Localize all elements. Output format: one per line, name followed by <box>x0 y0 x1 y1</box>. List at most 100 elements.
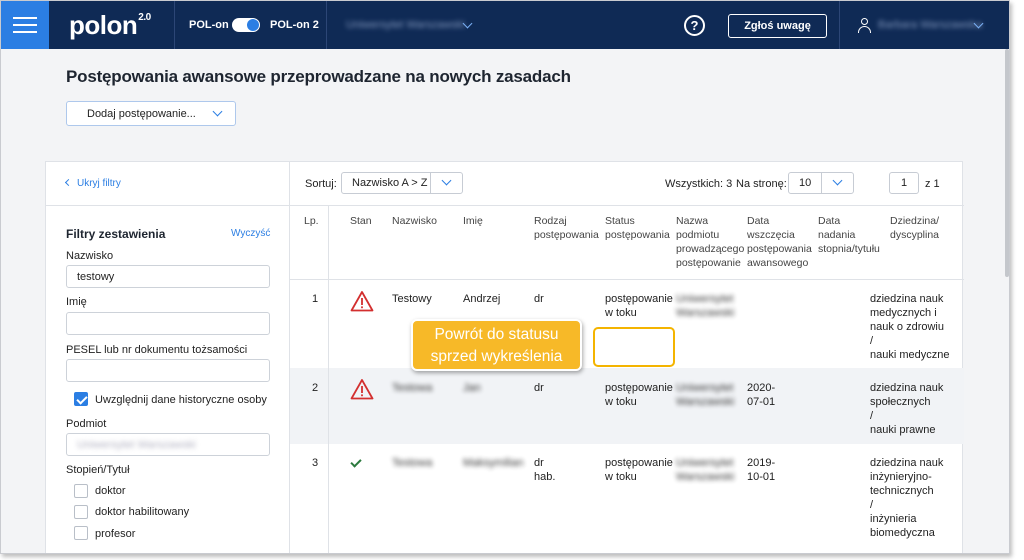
header-line: podmiotu <box>676 229 720 241</box>
header-line: postępowania <box>747 243 812 255</box>
hide-filters-link[interactable]: Ukryj filtry <box>64 178 121 189</box>
header-line: awansowego <box>747 257 809 269</box>
discipline-line: / <box>870 499 874 511</box>
entity-line: Uniwersytet <box>676 293 734 305</box>
date-line: 2020- <box>747 382 776 394</box>
discipline-line: / <box>870 410 874 422</box>
historic-label: Uwzględnij dane historyczne osoby <box>95 394 267 406</box>
per-page-dropdown[interactable]: 10 <box>788 172 854 194</box>
chevron-down-icon <box>832 175 843 186</box>
logo-text: polon <box>69 10 138 40</box>
annotation-callout: Powrót do statusu sprzed wykreślenia <box>411 319 582 371</box>
warning-icon <box>350 291 374 312</box>
degree-label: Stopień/Tytuł <box>66 464 130 476</box>
report-button[interactable]: Zgłoś uwagę <box>728 14 827 38</box>
header-stan: Stan <box>350 215 372 227</box>
entity-line: Warszawski <box>676 471 735 483</box>
status-line: postępowanie <box>605 382 673 394</box>
app-window: polon2.0 POL-on POL-on 2 Uniwersytet War… <box>0 0 1010 554</box>
callout-line: Powrót do statusu <box>434 326 559 343</box>
discipline-line: społecznych <box>870 396 931 408</box>
results-toolbar: Sortuj: Nazwisko A > Z Wszystkich: 3 Na … <box>290 162 964 206</box>
chevron-left-icon <box>64 178 73 187</box>
row-status: postępowanie w toku <box>605 456 673 484</box>
header-imie: Imię <box>463 215 483 227</box>
entity-line: Uniwersytet <box>676 382 734 394</box>
row-surname: Testowa <box>392 382 433 394</box>
results-table: Lp. Stan Nazwisko Imię Rodzaj postępowani… <box>290 206 964 553</box>
chevron-down-icon <box>441 175 452 186</box>
row-entity: Uniwersytet Warszawski <box>676 292 734 320</box>
header-lp: Lp. <box>304 215 319 227</box>
date-line: 10-01 <box>747 471 776 483</box>
add-procedure-dropdown[interactable]: Dodaj postępowanie... <box>66 101 236 126</box>
firstname-label: Imię <box>66 296 87 308</box>
discipline-line: biomedyczna <box>870 527 935 539</box>
header-line: postępowania <box>534 229 599 241</box>
status-line: w toku <box>605 396 637 408</box>
page-input[interactable]: 1 <box>889 172 919 194</box>
degree-checkbox-doktor[interactable] <box>74 484 88 498</box>
menu-icon[interactable] <box>1 1 49 49</box>
entity-label: Podmiot <box>66 418 107 430</box>
header-line: Status <box>605 215 635 227</box>
filters-title: Filtry zestawienia <box>66 227 166 241</box>
degree-option-label: doktor <box>95 485 126 497</box>
row-surname: Testowy <box>392 293 432 305</box>
sort-dropdown[interactable]: Nazwisko A > Z <box>341 172 463 194</box>
firstname-input[interactable] <box>66 312 270 335</box>
date-line: 07-01 <box>747 396 776 408</box>
row-firstname: Andrzej <box>463 293 501 305</box>
divider <box>839 1 840 49</box>
row-start-date: 2019- 10-01 <box>747 456 775 484</box>
row-status: postępowanie w toku <box>605 292 673 320</box>
scrollbar[interactable] <box>1005 49 1009 277</box>
sort-label: Sortuj: <box>305 178 337 190</box>
logo-version: 2.0 <box>138 12 151 24</box>
entity-line: Warszawski <box>676 307 735 319</box>
warning-icon <box>350 379 374 400</box>
institution-selector[interactable]: Uniwersytet Warszawski <box>346 19 465 31</box>
page-total: z 1 <box>925 178 940 190</box>
header-line: Rodzaj <box>534 215 567 227</box>
row-firstname: Jan <box>463 382 481 394</box>
page-title: Postępowania awansowe przeprowadzane na … <box>66 67 571 86</box>
version-toggle[interactable] <box>232 18 260 32</box>
header-line: wszczęcia <box>747 229 795 241</box>
type-line: dr <box>534 457 544 469</box>
header-line: dyscyplina <box>890 229 940 241</box>
degree-checkbox-profesor[interactable] <box>74 526 88 540</box>
degree-checkbox-habilitowany[interactable] <box>74 505 88 519</box>
user-name[interactable]: Barbara Warszawska <box>878 19 982 31</box>
degree-option-label: profesor <box>95 528 136 540</box>
entity-input[interactable]: Uniwersytet Warszawski <box>66 433 270 456</box>
header-line: Data <box>747 215 770 227</box>
discipline-line: nauki prawne <box>870 424 936 436</box>
historic-checkbox[interactable] <box>74 392 88 406</box>
header-line: Dziedzina/ <box>890 215 940 227</box>
degree-option-label: doktor habilitowany <box>95 506 190 518</box>
clear-filters-link[interactable]: Wyczyść <box>231 228 270 239</box>
polon-logo[interactable]: polon2.0 <box>69 10 151 41</box>
header-line: Data <box>818 215 841 227</box>
callout-line: sprzed wykreślenia <box>430 348 563 365</box>
row-discipline: dziedzina nauk inżynieryjno-technicznych /… <box>870 456 964 540</box>
header-data-wszczecia: Data wszczęcia postępowania awansowego <box>747 214 812 270</box>
header-nazwisko: Nazwisko <box>392 215 437 227</box>
row-lp: 1 <box>312 293 319 305</box>
row-lp: 3 <box>312 457 319 469</box>
surname-input[interactable]: testowy <box>66 265 270 288</box>
hide-filters-label: Ukryj filtry <box>77 178 121 189</box>
pesel-input[interactable] <box>66 359 270 382</box>
status-line: postępowanie <box>605 457 673 469</box>
user-icon[interactable] <box>858 18 871 33</box>
entity-value: Uniwersytet Warszawski <box>77 439 196 451</box>
per-page-label: Na stronę: <box>736 178 787 190</box>
pesel-label: PESEL lub nr dokumentu tożsamości <box>66 344 248 356</box>
discipline-line: dziedzina nauk <box>870 382 944 394</box>
row-start-date: 2020- 07-01 <box>747 381 775 409</box>
discipline-line: nauki medyczne <box>870 349 950 361</box>
row-lp: 2 <box>312 382 319 394</box>
header-line: postępowania <box>605 229 670 241</box>
help-icon[interactable]: ? <box>684 15 705 36</box>
